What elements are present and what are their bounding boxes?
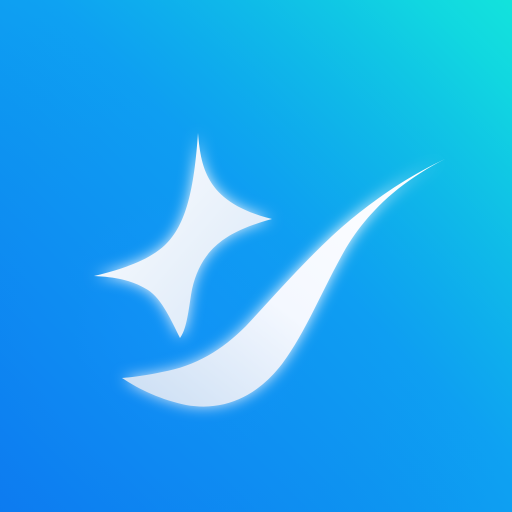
app-icon xyxy=(0,0,512,512)
icon-background-shade xyxy=(0,0,512,512)
app-icon-artwork xyxy=(0,0,512,512)
